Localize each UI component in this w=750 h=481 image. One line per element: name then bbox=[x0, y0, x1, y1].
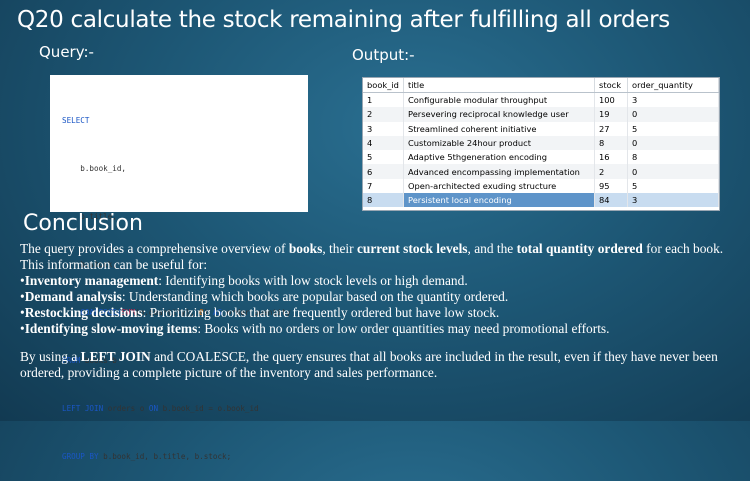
cell-stock[interactable]: 27 bbox=[594, 121, 628, 136]
table-row[interactable]: 6 Advanced encompassing implementation 2 0 bbox=[363, 164, 719, 179]
table-row[interactable]: 1 Configurable modular throughput 100 3 bbox=[363, 92, 719, 108]
cell-book-id[interactable]: 4 bbox=[363, 135, 404, 151]
conclusion-heading: Conclusion bbox=[23, 211, 143, 236]
conclusion-body: The query provides a comprehensive overv… bbox=[20, 241, 735, 381]
text: for each book. bbox=[642, 241, 724, 256]
cell-book-id[interactable]: 2 bbox=[363, 107, 404, 122]
cell-book-id[interactable]: 1 bbox=[363, 92, 404, 108]
text: , and the bbox=[467, 241, 517, 256]
bold-text: Identifying slow-moving items bbox=[24, 321, 198, 336]
cell-stock[interactable]: 16 bbox=[594, 150, 628, 165]
cell-title[interactable]: Persistent local encoding bbox=[403, 193, 595, 208]
conclusion-paragraph-3: By using a LEFT JOIN and COALESCE, the q… bbox=[20, 349, 735, 381]
bold-text: Restocking decisions bbox=[24, 305, 143, 320]
cell-order-quantity[interactable]: 3 bbox=[627, 92, 719, 108]
text: : Prioritizing books that are frequently… bbox=[142, 305, 500, 320]
bullet-item: •Inventory management: Identifying books… bbox=[20, 273, 468, 288]
cell-title[interactable]: Configurable modular throughput bbox=[403, 92, 595, 108]
code-line-8: GROUP BY b.book_id, b.title, b.stock; bbox=[62, 449, 308, 465]
bold-text: Inventory management bbox=[24, 273, 159, 288]
code-text: b.book_id = o.book_id bbox=[158, 404, 259, 413]
cell-book-id[interactable]: 5 bbox=[363, 150, 404, 165]
column-header-order-quantity[interactable]: order_quantity bbox=[627, 78, 719, 93]
code-text: b.book_id, b.title, b.stock; bbox=[98, 452, 232, 461]
cell-stock[interactable]: 19 bbox=[594, 107, 628, 122]
bullet-item: •Restocking decisions: Prioritizing book… bbox=[20, 305, 500, 320]
cell-order-quantity[interactable]: 8 bbox=[627, 150, 719, 165]
code-line-1: SELECT bbox=[62, 113, 308, 129]
slide-title: Q20 calculate the stock remaining after … bbox=[17, 7, 670, 33]
table-row[interactable]: 3 Streamlined coherent initiative 27 5 bbox=[363, 121, 719, 136]
bold-text: total quantity ordered bbox=[516, 241, 643, 256]
bullet-item: •Identifying slow-moving items: Books wi… bbox=[20, 321, 610, 336]
cell-book-id[interactable]: 8 bbox=[363, 193, 404, 208]
cell-title[interactable]: Streamlined coherent initiative bbox=[403, 121, 595, 136]
text: , their bbox=[322, 241, 357, 256]
table-row[interactable]: 7 Open-architected exuding structure 95 5 bbox=[363, 178, 719, 194]
text: : Identifying books with low stock level… bbox=[158, 273, 468, 288]
sql-keyword: ON bbox=[148, 404, 159, 413]
table-row[interactable]: 5 Adaptive 5thgeneration encoding 16 8 bbox=[363, 150, 719, 165]
cell-title[interactable]: Adaptive 5thgeneration encoding bbox=[403, 150, 595, 165]
cell-title[interactable]: Persevering reciprocal knowledge user bbox=[403, 107, 595, 122]
bold-text: Demand analysis bbox=[24, 289, 122, 304]
table-header-row: book_id title stock order_quantity bbox=[363, 78, 719, 93]
conclusion-paragraph-2: This information can be useful for: bbox=[20, 257, 208, 272]
sql-query-code-block: SELECT b.book_id, b.title, b.stock, COAL… bbox=[50, 75, 308, 461]
column-header-stock[interactable]: stock bbox=[594, 78, 628, 93]
cell-order-quantity[interactable]: 0 bbox=[627, 107, 719, 122]
text: The query provides a comprehensive overv… bbox=[20, 241, 289, 256]
cell-book-id[interactable]: 6 bbox=[363, 164, 404, 179]
cell-title[interactable]: Customizable 24hour product bbox=[403, 135, 595, 151]
cell-order-quantity[interactable]: 0 bbox=[627, 164, 719, 179]
cell-stock[interactable]: 8 bbox=[594, 135, 628, 151]
cell-title[interactable]: Open-architected exuding structure bbox=[403, 178, 595, 194]
cell-stock[interactable]: 2 bbox=[594, 164, 628, 179]
text: : Understanding which books are popular … bbox=[121, 289, 509, 304]
code-text: orders o bbox=[103, 404, 149, 413]
result-table: book_id title stock order_quantity 1 Conf… bbox=[363, 78, 719, 208]
column-header-book-id[interactable]: book_id bbox=[363, 78, 404, 93]
bold-text: books bbox=[288, 241, 323, 256]
sql-keyword: LEFT JOIN bbox=[62, 404, 104, 413]
table-row-selected[interactable]: 8 Persistent local encoding 84 3 bbox=[363, 193, 719, 208]
column-header-title[interactable]: title bbox=[403, 78, 595, 93]
cell-order-quantity[interactable]: 3 bbox=[627, 193, 719, 208]
sql-keyword: SELECT bbox=[62, 116, 90, 125]
cell-stock[interactable]: 84 bbox=[594, 193, 628, 208]
output-label: Output:- bbox=[352, 46, 415, 64]
bold-text: LEFT JOIN bbox=[80, 349, 151, 364]
cell-order-quantity[interactable]: 5 bbox=[627, 121, 719, 136]
bullet-item: •Demand analysis: Understanding which bo… bbox=[20, 289, 509, 304]
query-label: Query:- bbox=[39, 43, 94, 61]
table-row[interactable]: 2 Persevering reciprocal knowledge user 19… bbox=[363, 107, 719, 122]
table-row[interactable]: 4 Customizable 24hour product 8 0 bbox=[363, 135, 719, 151]
cell-book-id[interactable]: 3 bbox=[363, 121, 404, 136]
cell-stock[interactable]: 95 bbox=[594, 178, 628, 194]
conclusion-paragraph-1: The query provides a comprehensive overv… bbox=[20, 241, 735, 257]
bold-text: current stock levels bbox=[356, 241, 468, 256]
cell-book-id[interactable]: 7 bbox=[363, 178, 404, 194]
sql-keyword: GROUP BY bbox=[62, 452, 99, 461]
code-line-7: LEFT JOIN orders o ON b.book_id = o.book… bbox=[62, 401, 308, 417]
cell-order-quantity[interactable]: 0 bbox=[627, 135, 719, 151]
cell-order-quantity[interactable]: 5 bbox=[627, 178, 719, 194]
text: By using a bbox=[20, 349, 81, 364]
cell-title[interactable]: Advanced encompassing implementation bbox=[403, 164, 595, 179]
code-line-2: b.book_id, bbox=[62, 164, 127, 173]
text: : Books with no orders or low order quan… bbox=[197, 321, 610, 336]
cell-stock[interactable]: 100 bbox=[594, 92, 628, 108]
output-result-grid: book_id title stock order_quantity 1 Conf… bbox=[362, 77, 720, 211]
